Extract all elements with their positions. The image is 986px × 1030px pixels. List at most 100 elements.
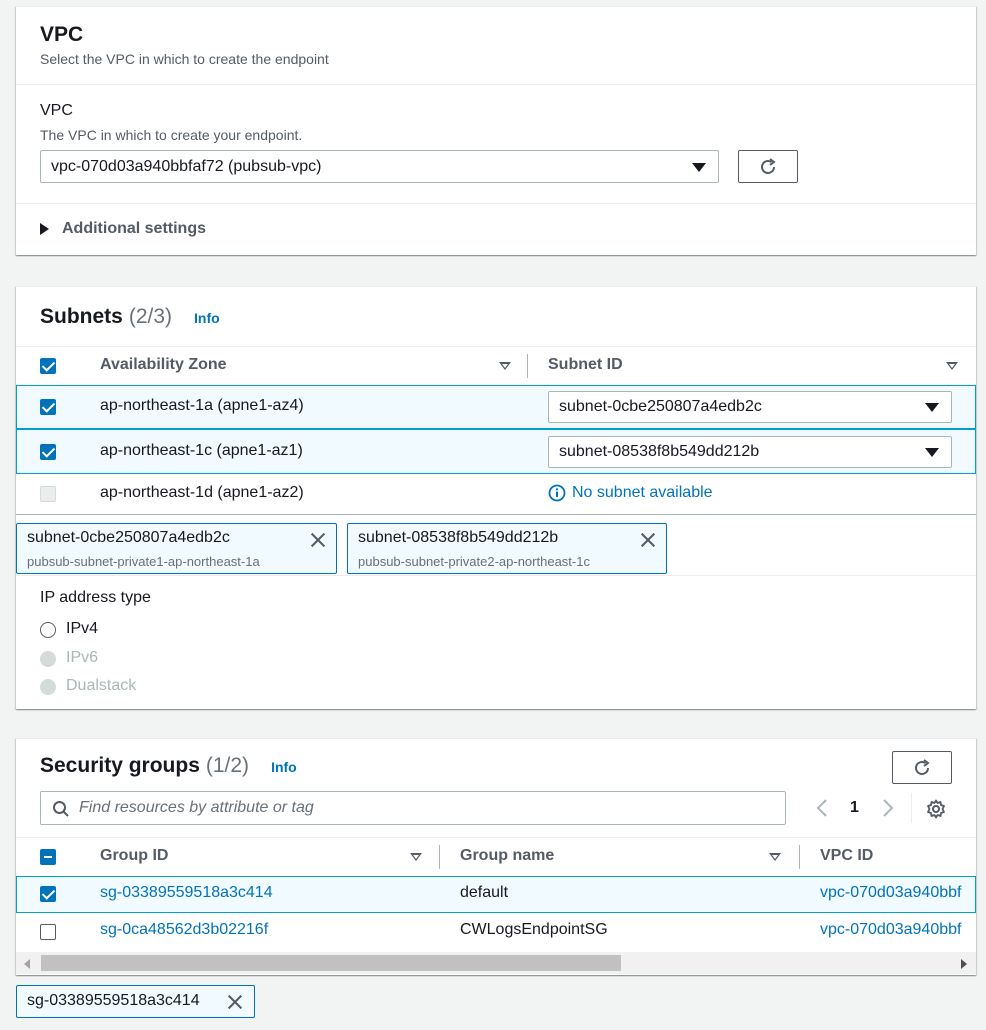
no-subnet-text: No subnet available — [572, 484, 713, 501]
vpc-field-description: The VPC in which to create your endpoint… — [40, 127, 303, 143]
vpc-field-label: VPC — [40, 102, 73, 119]
refresh-icon — [915, 758, 930, 775]
token-id: subnet-0cbe250807a4edb2c — [27, 529, 230, 546]
scroll-right-arrow[interactable] — [961, 959, 967, 969]
dualstack-label: Dualstack — [66, 677, 137, 694]
vpc-id-link[interactable]: vpc-070d03a940bbf — [820, 921, 961, 939]
subnet-select-value: subnet-0cbe250807a4edb2c — [559, 398, 762, 415]
security-groups-count: (1/2) — [205, 754, 250, 777]
divider — [16, 575, 976, 576]
caret-down-icon — [925, 448, 939, 457]
horizontal-scrollbar[interactable] — [16, 952, 976, 974]
ipv6-label: IPv6 — [66, 649, 99, 666]
column-separator[interactable] — [439, 845, 440, 869]
additional-settings-toggle[interactable]: Additional settings — [40, 220, 206, 238]
row-checkbox — [40, 486, 56, 502]
subnet-select[interactable]: subnet-0cbe250807a4edb2c — [548, 391, 952, 423]
search-input[interactable] — [79, 797, 769, 819]
row-checkbox[interactable] — [40, 924, 56, 940]
gear-icon[interactable] — [926, 799, 946, 819]
security-groups-panel: Security groups (1/2) Info input::placeh… — [16, 738, 976, 975]
group-id-link[interactable]: sg-0ca48562d3b02216f — [100, 921, 268, 939]
token-id: sg-03389559518a3c414 — [27, 992, 200, 1009]
table-row[interactable]: sg-0ca48562d3b02216f CWLogsEndpointSG vp… — [16, 913, 976, 951]
caret-right-icon — [40, 223, 49, 235]
table-row[interactable]: sg-03389559518a3c414 default vpc-070d03a… — [16, 876, 976, 913]
column-header-group-id[interactable]: Group ID — [100, 847, 168, 865]
vpc-id-link[interactable]: vpc-070d03a940bbf — [820, 884, 961, 902]
security-groups-info-link[interactable]: Info — [271, 759, 297, 775]
sort-icon[interactable] — [946, 362, 958, 370]
ip-address-type-label: IP address type — [40, 589, 151, 606]
page-number[interactable]: 1 — [850, 799, 859, 817]
subnet-token: subnet-0cbe250807a4edb2c pubsub-subnet-p… — [16, 523, 337, 574]
subnets-header: Subnets (2/3) Info — [40, 305, 220, 329]
group-name-cell: CWLogsEndpointSG — [460, 921, 608, 938]
subnets-panel: Subnets (2/3) Info Availability Zone Sub… — [16, 286, 976, 709]
no-subnet-message: No subnet available — [548, 484, 713, 502]
vpc-select[interactable]: vpc-070d03a940bbfaf72 (pubsub-vpc) — [40, 150, 719, 183]
row-checkbox[interactable] — [40, 399, 56, 415]
vpc-refresh-button[interactable] — [738, 150, 798, 183]
vpc-panel-description: Select the VPC in which to create the en… — [40, 51, 329, 67]
security-groups-header: Security groups (1/2) Info — [40, 754, 297, 778]
ipv4-label[interactable]: IPv4 — [66, 620, 98, 638]
security-groups-table-header: Group ID Group name VPC ID — [16, 838, 976, 876]
column-header-subnet-id[interactable]: Subnet ID — [548, 356, 623, 374]
subnet-select[interactable]: subnet-08538f8b549dd212b — [548, 436, 952, 468]
availability-zone-cell: ap-northeast-1d (apne1-az2) — [100, 484, 304, 501]
caret-down-icon — [692, 163, 706, 172]
column-header-availability-zone[interactable]: Availability Zone — [100, 356, 227, 374]
select-all-checkbox[interactable] — [40, 849, 56, 865]
search-icon — [53, 801, 69, 817]
subnets-info-link[interactable]: Info — [194, 310, 220, 326]
table-row: ap-northeast-1d (apne1-az2) No subnet av… — [16, 474, 976, 514]
column-header-group-name[interactable]: Group name — [460, 847, 554, 865]
sort-icon[interactable] — [769, 853, 781, 861]
security-groups-refresh-button[interactable] — [892, 751, 952, 784]
scrollbar-thumb[interactable] — [41, 955, 621, 971]
column-separator[interactable] — [527, 354, 528, 378]
chevron-left-icon[interactable] — [815, 798, 829, 818]
group-name-cell: default — [460, 884, 509, 901]
availability-zone-cell: ap-northeast-1a (apne1-az4) — [100, 397, 304, 414]
dismiss-icon[interactable] — [310, 532, 326, 548]
divider — [16, 84, 976, 85]
row-checkbox[interactable] — [40, 886, 56, 902]
security-groups-title: Security groups — [40, 754, 200, 777]
column-header-vpc-id[interactable]: VPC ID — [820, 847, 873, 865]
sort-icon[interactable] — [410, 853, 422, 861]
caret-down-icon — [925, 403, 939, 412]
table-row[interactable]: ap-northeast-1c (apne1-az1) subnet-08538… — [16, 429, 976, 474]
row-checkbox[interactable] — [40, 444, 56, 460]
security-groups-search[interactable] — [40, 791, 786, 825]
subnet-select-value: subnet-08538f8b549dd212b — [559, 443, 760, 460]
select-all-checkbox[interactable] — [40, 358, 56, 374]
refresh-icon — [761, 157, 776, 174]
scroll-left-arrow[interactable] — [24, 959, 30, 969]
additional-settings-label: Additional settings — [62, 220, 206, 237]
dismiss-icon[interactable] — [640, 532, 656, 548]
vpc-select-value: vpc-070d03a940bbfaf72 (pubsub-vpc) — [51, 157, 322, 175]
chevron-right-icon[interactable] — [881, 798, 895, 818]
ipv6-radio — [40, 651, 56, 667]
ipv4-radio[interactable] — [40, 622, 56, 638]
token-name: pubsub-subnet-private2-ap-northeast-1c — [358, 554, 590, 569]
security-group-token: sg-03389559518a3c414 — [16, 985, 255, 1018]
dismiss-icon[interactable] — [227, 994, 243, 1010]
token-id: subnet-08538f8b549dd212b — [358, 529, 559, 546]
availability-zone-cell: ap-northeast-1c (apne1-az1) — [100, 442, 303, 459]
divider — [16, 514, 976, 515]
group-id-link[interactable]: sg-03389559518a3c414 — [100, 884, 273, 902]
table-row[interactable]: ap-northeast-1a (apne1-az4) subnet-0cbe2… — [16, 385, 976, 429]
dualstack-radio — [40, 679, 56, 695]
column-separator[interactable] — [799, 845, 800, 869]
subnets-count: (2/3) — [128, 305, 173, 328]
sort-icon[interactable] — [499, 362, 511, 370]
token-name: pubsub-subnet-private1-ap-northeast-1a — [27, 554, 260, 569]
info-icon — [548, 484, 566, 502]
vpc-panel: VPC Select the VPC in which to create th… — [16, 6, 976, 255]
divider — [16, 203, 976, 204]
subnets-table-header: Availability Zone Subnet ID — [16, 347, 976, 385]
pagination-separator — [911, 793, 912, 823]
